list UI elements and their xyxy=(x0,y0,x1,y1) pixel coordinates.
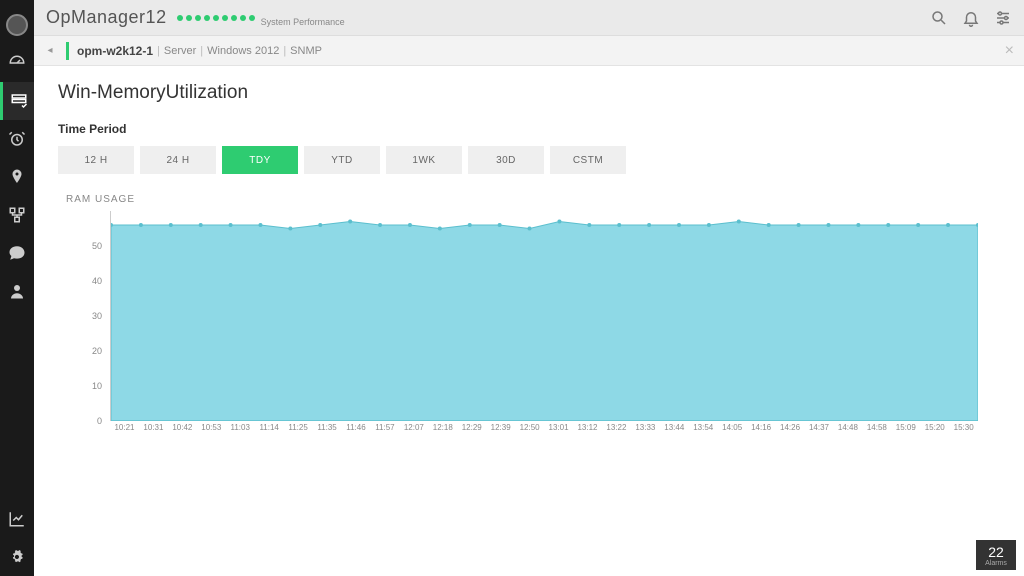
x-tick: 14:16 xyxy=(747,423,776,441)
sidebar-settings[interactable] xyxy=(0,538,34,576)
y-tick: 0 xyxy=(97,416,102,426)
time-period-24h[interactable]: 24 H xyxy=(140,146,216,174)
breadcrumb-trail: |Server|Windows 2012|SNMP xyxy=(153,45,322,57)
system-performance-label: System Performance xyxy=(261,17,345,27)
y-tick: 50 xyxy=(92,241,102,251)
x-tick: 11:57 xyxy=(370,423,399,441)
sidebar-user-avatar[interactable] xyxy=(0,6,34,44)
time-period-12h[interactable]: 12 H xyxy=(58,146,134,174)
x-tick: 13:33 xyxy=(631,423,660,441)
time-period-tdy[interactable]: TDY xyxy=(222,146,298,174)
x-tick: 15:20 xyxy=(920,423,949,441)
bell-icon[interactable] xyxy=(962,9,980,27)
y-tick: 30 xyxy=(92,311,102,321)
x-tick: 10:42 xyxy=(168,423,197,441)
user-icon xyxy=(8,282,26,300)
x-tick: 10:53 xyxy=(197,423,226,441)
page-title: Win-MemoryUtilization xyxy=(58,82,1000,104)
search-icon[interactable] xyxy=(930,9,948,27)
x-tick: 13:22 xyxy=(602,423,631,441)
x-tick: 11:25 xyxy=(284,423,313,441)
x-tick: 11:46 xyxy=(342,423,371,441)
sidebar-alarms[interactable] xyxy=(0,120,34,158)
breadcrumb-item[interactable]: Server xyxy=(164,45,196,57)
breadcrumb-item[interactable]: SNMP xyxy=(290,45,322,57)
y-tick: 40 xyxy=(92,276,102,286)
x-tick: 13:44 xyxy=(660,423,689,441)
sidebar-maps[interactable] xyxy=(0,158,34,196)
alarms-count: 22 xyxy=(988,544,1004,560)
brand-title: OpManager12 xyxy=(46,7,167,28)
back-icon[interactable]: ◂ xyxy=(42,45,58,56)
sidebar-inventory[interactable] xyxy=(0,82,34,120)
breadcrumb-item[interactable]: Windows 2012 xyxy=(207,45,279,57)
x-tick: 14:48 xyxy=(833,423,862,441)
sidebar-dashboard[interactable] xyxy=(0,44,34,82)
pin-icon xyxy=(8,168,26,186)
x-tick: 14:58 xyxy=(862,423,891,441)
chart-x-axis: 10:2110:3110:4210:5311:0311:1411:2511:35… xyxy=(110,423,978,441)
time-period-label: Time Period xyxy=(58,122,1000,136)
x-tick: 15:09 xyxy=(891,423,920,441)
alarms-badge[interactable]: 22 Alarms xyxy=(976,540,1016,570)
x-tick: 13:01 xyxy=(544,423,573,441)
x-tick: 10:31 xyxy=(139,423,168,441)
sidebar-network[interactable] xyxy=(0,196,34,234)
time-period-ytd[interactable]: YTD xyxy=(304,146,380,174)
chat-icon xyxy=(8,244,26,262)
breadcrumb-host[interactable]: opm-w2k12-1 xyxy=(77,44,153,58)
chart-line-icon xyxy=(8,510,26,528)
sidebar-reports[interactable] xyxy=(0,500,34,538)
time-period-cstm[interactable]: CSTM xyxy=(550,146,626,174)
x-tick: 11:35 xyxy=(313,423,342,441)
x-tick: 12:29 xyxy=(457,423,486,441)
time-period-1wk[interactable]: 1WK xyxy=(386,146,462,174)
y-tick: 20 xyxy=(92,346,102,356)
close-icon[interactable]: × xyxy=(1005,42,1014,60)
chart-plot-area xyxy=(110,211,978,421)
y-tick: 10 xyxy=(92,381,102,391)
sidebar-chat[interactable] xyxy=(0,234,34,272)
topbar: OpManager12 System Performance xyxy=(34,0,1024,36)
x-tick: 12:07 xyxy=(399,423,428,441)
x-tick: 12:39 xyxy=(486,423,515,441)
time-period-30d[interactable]: 30D xyxy=(468,146,544,174)
alarm-icon xyxy=(8,130,26,148)
x-tick: 13:54 xyxy=(689,423,718,441)
settings-sliders-icon[interactable] xyxy=(994,9,1012,27)
main-area: OpManager12 System Performance ◂ opm-w2k… xyxy=(34,0,1024,576)
chart-area-fill xyxy=(111,211,978,421)
sidebar xyxy=(0,0,34,576)
x-tick: 11:03 xyxy=(226,423,255,441)
content: Win-MemoryUtilization Time Period 12 H24… xyxy=(34,66,1024,576)
gear-icon xyxy=(8,548,26,566)
chart-y-axis: 01020304050 xyxy=(58,211,106,421)
x-tick: 12:18 xyxy=(428,423,457,441)
x-tick: 13:12 xyxy=(573,423,602,441)
chart: 01020304050 10:2110:3110:4210:5311:0311:… xyxy=(58,211,978,441)
gauge-icon xyxy=(8,54,26,72)
breadcrumb: ◂ opm-w2k12-1 |Server|Windows 2012|SNMP … xyxy=(34,36,1024,66)
x-tick: 10:21 xyxy=(110,423,139,441)
breadcrumb-accent-bar xyxy=(66,42,69,60)
list-check-icon xyxy=(10,92,28,110)
chart-title: RAM USAGE xyxy=(66,194,1000,205)
x-tick: 14:05 xyxy=(718,423,747,441)
system-performance-indicator[interactable] xyxy=(177,15,255,21)
x-tick: 11:14 xyxy=(255,423,284,441)
x-tick: 14:37 xyxy=(805,423,834,441)
x-tick: 15:30 xyxy=(949,423,978,441)
x-tick: 14:26 xyxy=(776,423,805,441)
sidebar-users[interactable] xyxy=(0,272,34,310)
time-period-buttons: 12 H24 HTDYYTD1WK30DCSTM xyxy=(58,146,1000,174)
network-icon xyxy=(8,206,26,224)
alarms-label: Alarms xyxy=(985,560,1007,567)
x-tick: 12:50 xyxy=(515,423,544,441)
